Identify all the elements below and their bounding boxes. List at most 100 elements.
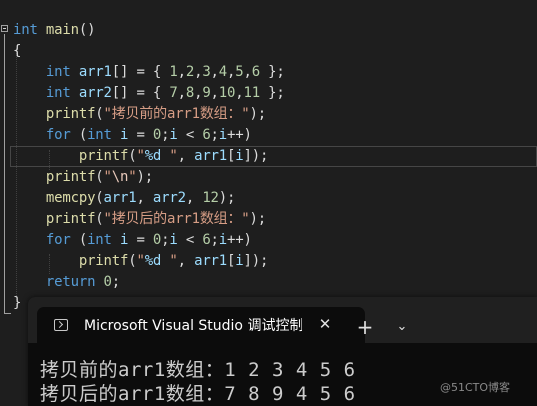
code-token: ( [70,127,88,143]
code-token: printf [78,253,129,269]
fold-line [4,34,5,314]
terminal-titlebar: Microsoft Visual Studio 调试控制台 ✕ + ⌄ [28,297,537,343]
code-token: 6 [251,64,260,80]
new-tab-button[interactable]: + [354,316,376,338]
code-token: i [169,232,178,248]
terminal-icon [54,319,68,331]
code-token: < [177,232,203,248]
code-token: , [227,64,236,80]
code-line: printf("拷贝后的arr1数组："); [13,209,266,230]
code-token: "拷贝后的arr1数组：" [103,211,250,227]
code-token: i [120,127,129,143]
chevron-down-icon[interactable]: ⌄ [391,316,413,338]
code-token: %d [144,253,162,269]
code-token: } [13,295,22,311]
code-token: 6 [202,127,211,143]
code-token: %d [144,148,162,164]
code-token: [] = { [111,64,170,80]
tab-title: Microsoft Visual Studio 调试控制台 [84,318,302,334]
output-line: 拷贝前的arr1数组：1 2 3 4 5 6 [40,359,356,381]
code-token: \n [111,169,129,185]
code-token: ( [95,169,104,185]
code-token: arr1 [194,148,228,164]
code-token: " [103,169,112,185]
fold-end [4,313,11,314]
code-token: 9 [202,85,211,101]
code-token: printf [45,169,96,185]
code-token: " [136,253,145,269]
code-line: for (int i = 0;i < 6;i++) [13,125,252,146]
code-token: " [136,148,145,164]
code-line: { [13,41,21,62]
code-line: int arr2[] = { 7,8,9,10,11 }; [13,83,285,104]
code-token: arr1 [78,64,112,80]
code-token: , [243,64,252,80]
code-token: , [136,190,153,206]
code-token: 3 [202,64,211,80]
close-icon[interactable]: ✕ [316,315,334,333]
code-token: i [218,127,228,143]
code-line: printf("%d ", arr1[i]); [13,251,269,272]
code-token: 6 [202,232,211,248]
terminal-tab[interactable]: Microsoft Visual Studio 调试控制台 ✕ [37,307,365,343]
code-token: int [87,127,112,143]
code-token: , [177,85,186,101]
code-line: printf("拷贝前的arr1数组："); [13,104,266,125]
code-token: i [169,127,178,143]
code-token: 8 [185,85,195,101]
code-token: for [45,127,71,143]
code-token: i [120,232,129,248]
code-token: 4 [218,64,228,80]
code-token: main [45,22,79,38]
code-token: i [218,232,228,248]
code-token: printf [45,106,96,122]
code-token: int [45,85,71,101]
code-token: , [210,64,219,80]
code-token: int [87,232,112,248]
code-token: }; [259,64,285,80]
code-editor[interactable]: int main() { int arr1[] = { 1,2,3,4,5,6 }… [0,0,537,320]
code-token: ]); [243,253,269,269]
code-token: int [45,64,71,80]
code-line: for (int i = 0;i < 6;i++) [13,230,252,251]
code-token: ++) [227,127,252,143]
code-token: = [128,232,153,248]
code-line: printf("%d ", arr1[i]); [13,146,269,167]
code-token: ( [95,211,104,227]
code-token: ( [95,106,104,122]
code-token: , [177,148,195,164]
code-line: return 0; [13,272,120,293]
code-token: 0 [152,232,162,248]
code-token: 0 [103,274,112,290]
code-line: int main() [13,20,96,41]
code-token: ; [210,127,219,143]
code-token: printf [45,211,96,227]
code-token: 11 [243,85,260,101]
code-token: ]); [243,148,269,164]
code-token: = [128,127,153,143]
code-line: } [13,293,21,314]
code-token: ; [210,232,219,248]
code-token: ( [95,190,104,206]
code-token: printf [78,148,129,164]
code-token: , [185,190,203,206]
collapse-icon[interactable] [1,25,8,32]
code-token: memcpy [45,190,96,206]
code-token: , [177,64,186,80]
code-token: ; [111,274,120,290]
code-token: ); [249,211,267,227]
code-token: , [210,85,219,101]
code-token: 1 [169,64,178,80]
code-line: printf("\n"); [13,167,153,188]
watermark: @51CTO博客 [440,381,511,394]
